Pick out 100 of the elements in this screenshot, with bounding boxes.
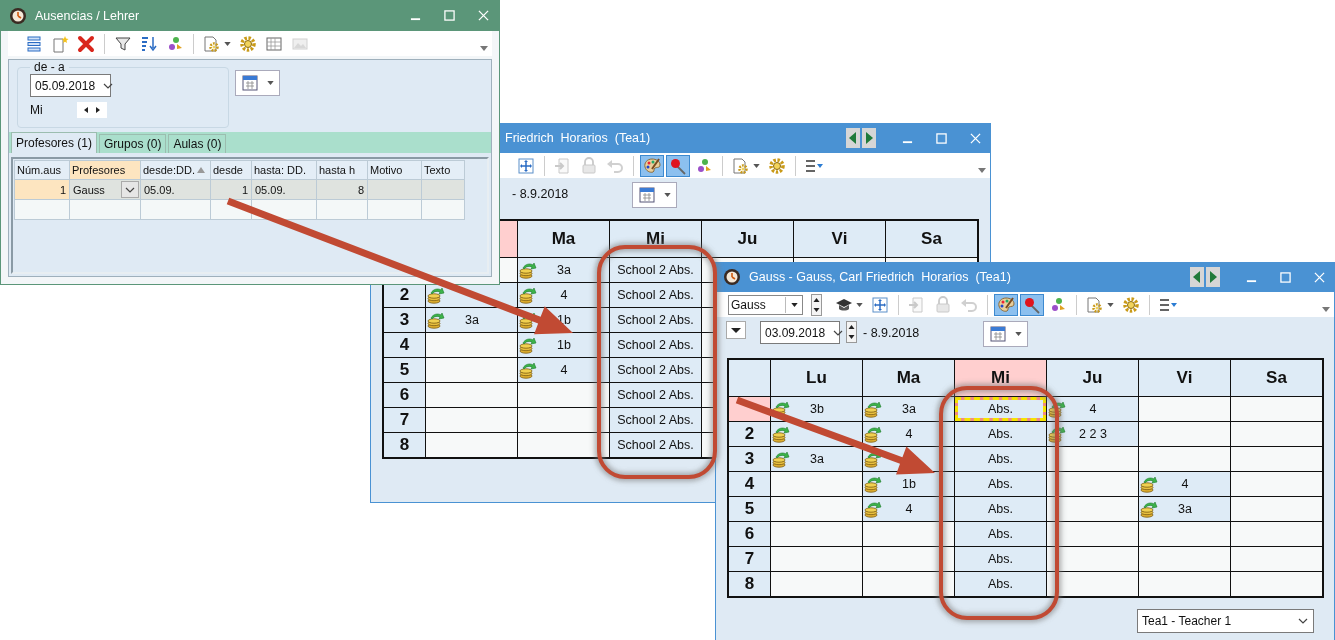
timetable-cell[interactable]: 4 [863,497,954,521]
absence-cell[interactable]: Abs. [955,522,1046,546]
timetable-cell[interactable]: 1b [863,472,954,496]
period-label: 2 [729,422,770,446]
timetable-cell[interactable]: 1b [518,333,609,357]
dropdown-button[interactable] [726,321,746,339]
tab[interactable]: Profesores (1) [11,132,98,153]
class-label: 2 2 3 [1078,427,1108,441]
absence-cell[interactable]: Abs. [955,397,1046,421]
window-title: Friedrich Horarios (Tea1) [505,131,651,145]
calendar-button[interactable] [235,70,280,96]
pin-button[interactable] [666,154,690,177]
absence-cell[interactable]: School 2 Abs. [610,383,701,407]
gear-icon [239,34,257,53]
column-header[interactable]: Texto [422,161,464,179]
delete-icon [77,34,95,53]
gear-icon [768,156,786,175]
period-label: 4 [384,333,425,357]
absence-cell[interactable]: Abs. [955,572,1046,596]
period-label: 6 [384,383,425,407]
timetable-cell[interactable]: 4 [863,422,954,446]
timetable-cell[interactable]: 3a [771,447,862,471]
class-label: 3b [809,402,825,416]
column-header[interactable]: desde:DD. [141,161,210,179]
absence-cell[interactable]: Abs. [955,497,1046,521]
period-label: 3 [384,308,425,332]
date-field[interactable]: 05.09.2018 [30,74,111,97]
toolbar-overflow-button[interactable] [480,46,488,51]
coin-stack-icon [1140,500,1158,518]
timetable-cell[interactable]: 2 2 3 [1047,422,1138,446]
coin-stack-icon [427,286,445,304]
absence-cell[interactable]: School 2 Abs. [610,258,701,282]
table-cell [422,200,464,219]
previous-button[interactable] [846,128,860,148]
filter-icon [114,34,132,53]
timetable-cell[interactable]: 4 [518,283,609,307]
import-icon [554,156,572,175]
coin-stack-icon [864,400,882,418]
timetable-cell[interactable]: 4 [1139,472,1230,496]
day-header: Ju [1047,360,1138,396]
absence-cell[interactable]: School 2 Abs. [610,308,701,332]
absence-cell[interactable]: School 2 Abs. [610,358,701,382]
tab[interactable]: Aulas (0) [168,134,227,153]
maximize-button[interactable] [1280,271,1291,283]
timetable-cell[interactable]: 3a [426,308,517,332]
timetable-cell[interactable]: 3a [518,258,609,282]
table-cell [141,200,210,219]
teacher-dropdown[interactable]: Gauss [70,180,140,199]
toolbar-overflow-button[interactable] [1322,307,1330,312]
teacher-dropdown[interactable]: Gauss [728,294,803,315]
class-label: 3a [901,402,917,416]
timetable-cell[interactable]: 4 [518,358,609,382]
column-header[interactable]: desde [211,161,251,179]
maximize-button[interactable] [936,132,947,144]
column-header[interactable]: Núm.aus [15,161,69,179]
pin-button[interactable] [1020,293,1044,316]
timetable-cell[interactable]: 3a [863,397,954,421]
absence-cell[interactable]: Abs. [955,472,1046,496]
absence-cell[interactable]: Abs. [955,547,1046,571]
column-header[interactable]: hasta: DD. [252,161,316,179]
maximize-button[interactable] [444,10,455,21]
close-button[interactable] [970,132,981,144]
previous-button[interactable] [1190,267,1204,287]
document-gear-icon [732,156,750,175]
calendar-button[interactable] [983,321,1028,347]
date-field[interactable]: 03.09.2018 [760,321,840,344]
table-cell [422,180,464,199]
palette-button[interactable] [640,154,664,177]
column-header[interactable]: Motivo [368,161,421,179]
absence-cell[interactable]: Abs. [955,422,1046,446]
tab[interactable]: Grupos (0) [99,134,167,153]
absence-cell[interactable]: School 2 Abs. [610,408,701,432]
teacher-dropdown[interactable]: Tea1 - Teacher 1 [1137,609,1314,633]
palette-button[interactable] [994,293,1018,316]
table-icon [265,34,283,53]
absence-cell[interactable]: Abs. [955,447,1046,471]
class-label: 1b [556,338,572,352]
day-header: Vi [1139,360,1230,396]
next-button[interactable] [862,128,876,148]
absence-cell[interactable]: School 2 Abs. [610,283,701,307]
absence-cell[interactable]: School 2 Abs. [610,333,701,357]
calendar-button[interactable] [632,182,677,208]
column-header[interactable]: hasta h [317,161,367,179]
next-button[interactable] [1206,267,1220,287]
close-button[interactable] [1314,271,1325,283]
timetable-cell[interactable]: 4 [1047,397,1138,421]
close-button[interactable] [478,10,489,21]
timetable-cell[interactable]: 3a [1139,497,1230,521]
toolbar-overflow-button[interactable] [978,168,986,173]
column-header[interactable]: Profesores [70,161,140,179]
class-label: 3a [1177,502,1193,516]
spin-button[interactable] [811,293,822,316]
absence-cell[interactable]: School 2 Abs. [610,433,701,457]
sort-arrow-icon [197,167,205,173]
day-stepper[interactable] [76,102,107,118]
date-range-end: - 8.9.2018 [512,186,570,201]
timetable-cell[interactable]: 3b [771,397,862,421]
gear-icon [1122,295,1140,314]
spin-button[interactable] [846,321,857,343]
class-label: 3a [809,452,825,466]
